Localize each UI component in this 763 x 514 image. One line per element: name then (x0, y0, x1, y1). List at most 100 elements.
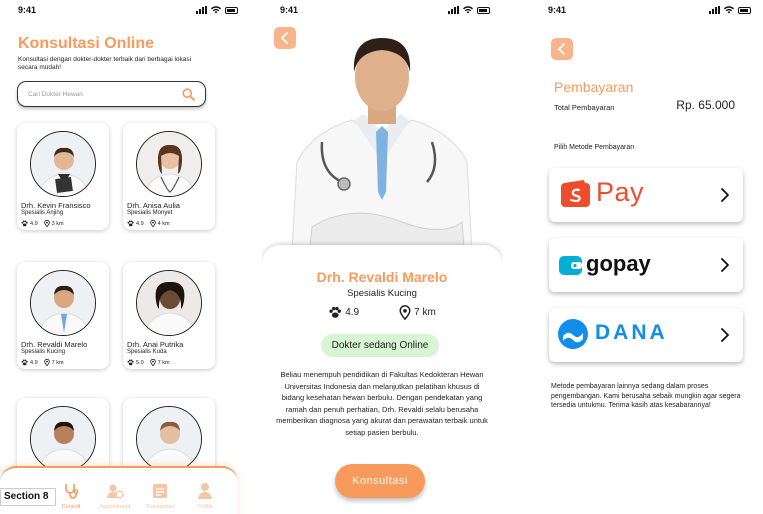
payment-option-shopeepay[interactable]: Pay (549, 168, 743, 222)
status-bar: 9:41 (262, 5, 502, 17)
battery-icon (477, 6, 490, 14)
doctor-specialty: Spesialis Anjing (21, 210, 64, 216)
doctor-avatar (30, 131, 96, 197)
search-input[interactable]: Cari Dokter Hewan (28, 91, 83, 98)
stethoscope-icon (65, 484, 79, 499)
shopeepay-icon (561, 180, 590, 207)
payment-screen: 9:41 Pembayaran Total Pembayaran Rp. 65.… (530, 0, 763, 514)
paw-icon (21, 359, 28, 366)
receipt-icon (153, 484, 167, 498)
chevron-right-icon (721, 328, 729, 342)
signal-icon (196, 6, 207, 14)
method-label: Pilih Metode Pembayaran (554, 144, 635, 151)
total-amount: Rp. 65.000 (676, 98, 735, 112)
doctor-avatar (30, 270, 96, 336)
doctor-rating: 4.9 (136, 220, 144, 227)
total-label: Total Pembayaran (554, 103, 615, 112)
user-clock-icon (107, 484, 124, 499)
chevron-right-icon (721, 258, 729, 272)
doctor-description: Beliau menempuh pendidikan di Fakultas K… (276, 370, 488, 437)
nav-profile-label: Profile (197, 504, 213, 510)
wifi-icon (463, 6, 473, 14)
page-title: Konsultasi Online (18, 35, 155, 52)
battery-icon (225, 6, 238, 14)
search-icon[interactable] (182, 88, 195, 101)
wifi-icon (724, 6, 734, 14)
location-pin-icon (43, 220, 50, 227)
location-pin-icon (149, 359, 156, 366)
doctor-avatar (136, 131, 202, 197)
doctor-rating: 4.9 (345, 307, 360, 318)
doctor-card[interactable]: Drh. Kevin Fransisco Spesialis Anjing 4.… (17, 123, 109, 230)
gopay-wallet-icon (559, 256, 582, 275)
status-time: 9:41 (18, 5, 37, 15)
doctor-name: Drh. Revaldi Marelo (21, 340, 88, 349)
doctor-specialty: Spesialis Kucing (347, 288, 417, 299)
section-label: Section 8 (0, 488, 56, 506)
payment-option-gopay[interactable]: gopay (549, 238, 743, 292)
back-button[interactable] (551, 38, 573, 60)
signal-icon (448, 6, 459, 14)
doctor-avatar (136, 406, 202, 472)
nav-profile[interactable]: Profile (182, 482, 228, 510)
page-subtitle: Konsultasi dengan dokter-dokter terbaik … (18, 56, 192, 71)
dana-icon (558, 319, 588, 349)
doctor-rating: 5.0 (136, 359, 144, 366)
doctor-rating: 4.9 (30, 220, 38, 227)
chevron-right-icon (721, 188, 729, 202)
doctor-card[interactable]: Drh. Revaldi Marelo Spesialis Kucing 4.9… (17, 262, 109, 369)
chevron-left-icon (558, 43, 565, 55)
location-pin-icon (149, 220, 156, 227)
shopeepay-label: Pay (596, 177, 645, 207)
doctor-specialty: Spesialis Monyet (127, 210, 173, 216)
consult-button[interactable]: Konsultasi (335, 464, 425, 498)
doctor-card[interactable]: Drh. Anisa Aulia Spesialis Monyet 4.9 4 … (123, 123, 215, 230)
paw-icon (21, 220, 28, 227)
doctor-specialty: Spesialis Kucing (21, 349, 66, 355)
person-icon (198, 483, 212, 499)
payment-note: Metode pembayaran lainnya sedang dalam p… (551, 383, 741, 409)
gopay-label: gopay (586, 251, 651, 276)
nav-transaction[interactable]: Transaction (137, 482, 183, 510)
paw-icon (127, 220, 134, 227)
doctor-avatar (30, 406, 96, 472)
doctor-detail-card: Drh. Revaldi Marelo Spesialis Kucing 4.9… (262, 245, 502, 514)
paw-icon (329, 306, 342, 318)
doctor-distance: 7 km (51, 359, 64, 366)
doctor-photo (292, 38, 472, 252)
doctor-name: Drh. Revaldi Marelo (316, 269, 448, 285)
doctor-distance: 7 km (157, 359, 170, 366)
status-time: 9:41 (548, 5, 567, 15)
doctor-distance: 7 km (414, 307, 436, 318)
doctor-rating: 4.9 (30, 359, 38, 366)
search-bar[interactable]: Cari Dokter Hewan (17, 81, 206, 107)
dana-label: DANA (595, 321, 668, 344)
location-pin-icon (43, 359, 50, 366)
chevron-left-icon (281, 32, 288, 44)
status-badge: Dokter sedang Online (321, 334, 439, 357)
battery-icon (738, 6, 751, 14)
paw-icon (127, 359, 134, 366)
status-bar: 9:41 (530, 5, 763, 17)
doctor-name: Drh. Kevin Fransisco (21, 201, 91, 210)
nav-appointment[interactable]: Appointment (92, 482, 138, 510)
nav-appointment-label: Appointment (99, 504, 131, 510)
doctor-name: Drh. Anai Putrika (127, 340, 184, 349)
doctor-detail-screen: 9:41 Drh. Revaldi Marelo Spesialis Kucin… (262, 0, 502, 514)
back-button[interactable] (274, 27, 296, 49)
status-bar: 9:41 (0, 5, 250, 17)
nav-transaction-label: Transaction (145, 504, 175, 510)
consult-list-screen: 9:41 Konsultasi Online Konsultasi dengan… (0, 0, 250, 514)
wifi-icon (211, 6, 221, 14)
doctor-name: Drh. Anisa Aulia (127, 201, 180, 210)
payment-option-dana[interactable]: DANA (549, 308, 743, 362)
doctor-avatar (136, 270, 202, 336)
doctor-distance: 4 km (157, 220, 170, 227)
doctor-card[interactable]: Drh. Anai Putrika Spesialis Kuda 5.0 7 k… (123, 262, 215, 369)
doctor-specialty: Spesialis Kuda (127, 349, 167, 355)
signal-icon (709, 6, 720, 14)
status-time: 9:41 (280, 5, 299, 15)
location-pin-icon (399, 305, 411, 320)
doctor-distance: 3 km (51, 220, 64, 227)
page-title: Pembayaran (554, 79, 634, 95)
